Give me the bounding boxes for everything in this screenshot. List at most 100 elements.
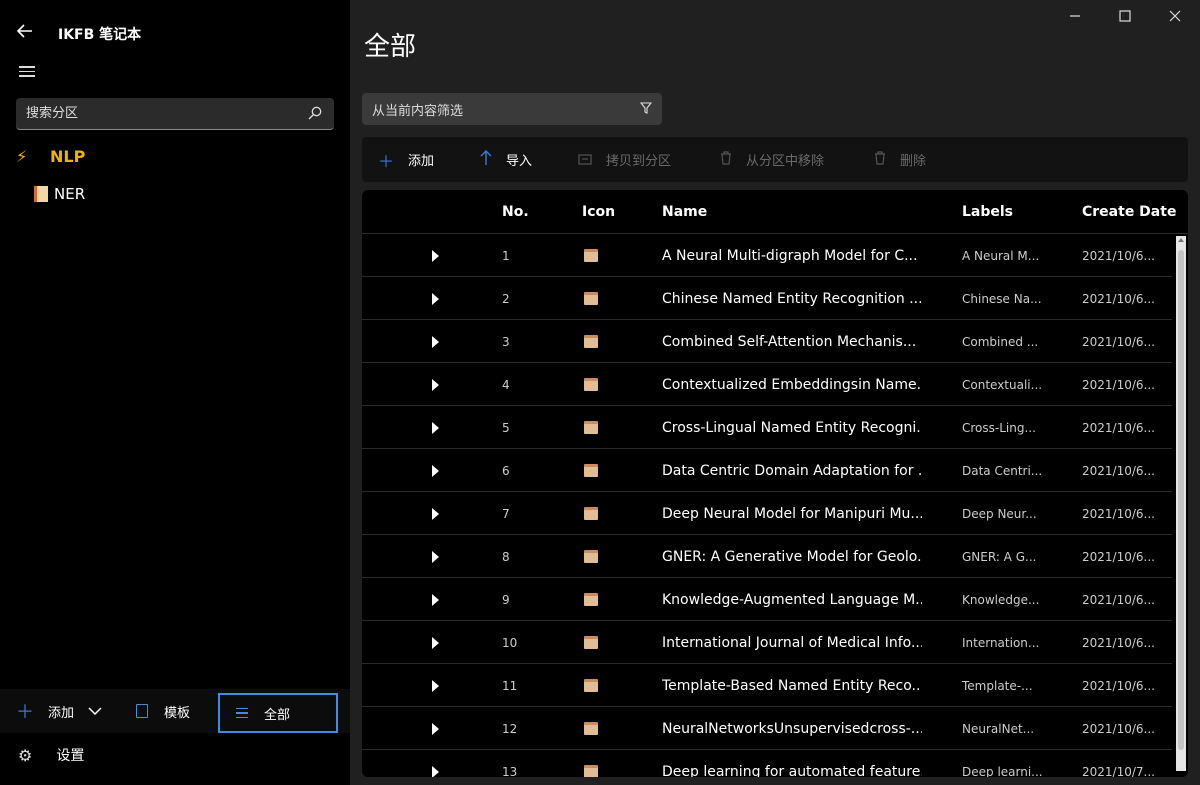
table-row[interactable]: 10 International Journal of Medical Info.… bbox=[362, 621, 1172, 664]
row-number: 6 bbox=[502, 463, 510, 478]
item-labels: Deep learni... bbox=[962, 764, 1042, 778]
item-labels: Contextuali... bbox=[962, 377, 1042, 392]
column-header-icon[interactable]: Icon bbox=[582, 204, 615, 220]
expand-arrow-icon[interactable] bbox=[432, 707, 446, 750]
add-button[interactable]: ＋ 添加 bbox=[378, 137, 434, 182]
item-labels: NeuralNet... bbox=[962, 721, 1035, 736]
table-row[interactable]: 1 A Neural Multi-digraph Model for C... A … bbox=[362, 234, 1172, 277]
expand-arrow-icon[interactable] bbox=[432, 664, 446, 707]
page-title: 全部 bbox=[364, 32, 417, 62]
add-dropdown-button[interactable]: ＋ 添加 bbox=[16, 689, 102, 733]
vertical-scrollbar[interactable] bbox=[1176, 236, 1186, 771]
table-row[interactable]: 8 GNER: A Generative Model for Geolo... GN… bbox=[362, 535, 1172, 578]
scrollbar-thumb[interactable] bbox=[1178, 250, 1184, 750]
item-box-icon bbox=[584, 320, 598, 363]
maximize-icon[interactable] bbox=[1100, 0, 1150, 32]
item-create-date: 2021/10/7... bbox=[1082, 764, 1155, 778]
hamburger-menu-icon[interactable] bbox=[19, 66, 35, 80]
expand-arrow-icon[interactable] bbox=[432, 234, 446, 277]
expand-arrow-icon[interactable] bbox=[432, 535, 446, 578]
row-number: 5 bbox=[502, 420, 510, 435]
table-row[interactable]: 7 Deep Neural Model for Manipuri Mu... Dee… bbox=[362, 492, 1172, 535]
section-search-box bbox=[16, 98, 334, 130]
item-create-date: 2021/10/6... bbox=[1082, 549, 1155, 564]
template-label: 模板 bbox=[164, 705, 191, 721]
item-box-icon bbox=[584, 449, 598, 492]
row-number: 7 bbox=[502, 506, 510, 521]
item-box-icon bbox=[584, 363, 598, 406]
item-labels: Knowledge... bbox=[962, 592, 1040, 607]
expand-arrow-icon[interactable] bbox=[432, 406, 446, 449]
remove-from-section-button[interactable]: 从分区中移除 bbox=[720, 137, 824, 182]
row-number: 2 bbox=[502, 291, 510, 306]
item-labels: Cross-Ling... bbox=[962, 420, 1036, 435]
table-row[interactable]: 9 Knowledge-Augmented Language M... Knowle… bbox=[362, 578, 1172, 621]
content-filter-input[interactable]: 从当前内容筛选 bbox=[362, 93, 662, 125]
item-box-icon bbox=[584, 492, 598, 535]
add-label: 添加 bbox=[48, 705, 75, 721]
column-header-name[interactable]: Name bbox=[662, 204, 707, 220]
item-name: International Journal of Medical Info... bbox=[662, 634, 922, 651]
item-create-date: 2021/10/6... bbox=[1082, 592, 1155, 607]
expand-arrow-icon[interactable] bbox=[432, 578, 446, 621]
item-create-date: 2021/10/6... bbox=[1082, 420, 1155, 435]
item-create-date: 2021/10/6... bbox=[1082, 334, 1155, 349]
item-labels: A Neural M... bbox=[962, 248, 1040, 263]
import-button[interactable]: 导入 bbox=[480, 137, 532, 182]
back-arrow-icon[interactable] bbox=[16, 22, 38, 44]
expand-arrow-icon[interactable] bbox=[432, 320, 446, 363]
remove-label: 从分区中移除 bbox=[746, 154, 825, 169]
table-row[interactable]: 12 NeuralNetworksUnsupervisedcross-... Neu… bbox=[362, 707, 1172, 750]
search-icon[interactable] bbox=[308, 106, 322, 120]
tree-item-nlp[interactable]: ⚡ NLP bbox=[16, 144, 336, 168]
tree-item-label: NER bbox=[54, 185, 86, 203]
expand-arrow-icon[interactable] bbox=[432, 750, 446, 777]
expand-arrow-icon[interactable] bbox=[432, 449, 446, 492]
row-number: 4 bbox=[502, 377, 510, 392]
item-name: GNER: A Generative Model for Geolo... bbox=[662, 548, 922, 565]
expand-arrow-icon[interactable] bbox=[432, 363, 446, 406]
sidebar: IKFB 笔记本 ⚡ NLP NER ＋ 添加 模板 全部 ⚙ 设置 bbox=[0, 0, 350, 785]
item-name: Knowledge-Augmented Language M... bbox=[662, 591, 922, 608]
item-labels: Combined ... bbox=[962, 334, 1039, 349]
section-search-input[interactable] bbox=[16, 98, 296, 128]
scroll-up-arrow-icon[interactable] bbox=[1178, 238, 1184, 242]
table-row[interactable]: 6 Data Centric Domain Adaptation for ... D… bbox=[362, 449, 1172, 492]
row-number: 3 bbox=[502, 334, 510, 349]
column-header-create-date[interactable]: Create Date bbox=[1082, 204, 1176, 220]
table-row[interactable]: 2 Chinese Named Entity Recognition ... Chi… bbox=[362, 277, 1172, 320]
table-row[interactable]: 3 Combined Self-Attention Mechanis... Comb… bbox=[362, 320, 1172, 363]
settings-button[interactable]: ⚙ 设置 bbox=[18, 744, 84, 766]
all-label: 全部 bbox=[264, 707, 291, 723]
item-labels: GNER: A G... bbox=[962, 549, 1037, 564]
item-create-date: 2021/10/6... bbox=[1082, 678, 1155, 693]
row-number: 9 bbox=[502, 592, 510, 607]
item-box-icon bbox=[584, 707, 598, 750]
items-table: No. Icon Name Labels Create Date 1 A Neur… bbox=[362, 190, 1188, 777]
expand-arrow-icon[interactable] bbox=[432, 277, 446, 320]
column-header-no[interactable]: No. bbox=[502, 204, 529, 220]
row-number: 8 bbox=[502, 549, 510, 564]
filter-icon[interactable] bbox=[640, 102, 652, 114]
expand-arrow-icon[interactable] bbox=[432, 492, 446, 535]
table-row[interactable]: 4 Contextualized Embeddingsin Name... Cont… bbox=[362, 363, 1172, 406]
item-create-date: 2021/10/6... bbox=[1082, 248, 1155, 263]
main-content: 全部 从当前内容筛选 ＋ 添加 导入 拷贝到分区 从分区中移除 删除 No. I… bbox=[350, 0, 1200, 785]
template-button[interactable]: 模板 bbox=[136, 689, 190, 733]
table-row[interactable]: 5 Cross-Lingual Named Entity Recogni... Cr… bbox=[362, 406, 1172, 449]
table-row[interactable]: 13 Deep learning for automated feature...… bbox=[362, 750, 1172, 777]
row-number: 12 bbox=[502, 721, 518, 736]
delete-button[interactable]: 删除 bbox=[874, 137, 926, 182]
expand-arrow-icon[interactable] bbox=[432, 621, 446, 664]
item-create-date: 2021/10/6... bbox=[1082, 635, 1155, 650]
item-box-icon bbox=[584, 578, 598, 621]
copy-to-section-button[interactable]: 拷贝到分区 bbox=[578, 137, 671, 182]
table-header: No. Icon Name Labels Create Date bbox=[362, 190, 1188, 234]
item-box-icon bbox=[584, 621, 598, 664]
minimize-icon[interactable] bbox=[1050, 0, 1100, 32]
column-header-labels[interactable]: Labels bbox=[962, 204, 1013, 220]
tree-item-ner[interactable]: NER bbox=[34, 183, 85, 205]
table-row[interactable]: 11 Template-Based Named Entity Reco... Tem… bbox=[362, 664, 1172, 707]
all-button[interactable]: 全部 bbox=[218, 693, 338, 733]
close-icon[interactable] bbox=[1150, 0, 1200, 32]
